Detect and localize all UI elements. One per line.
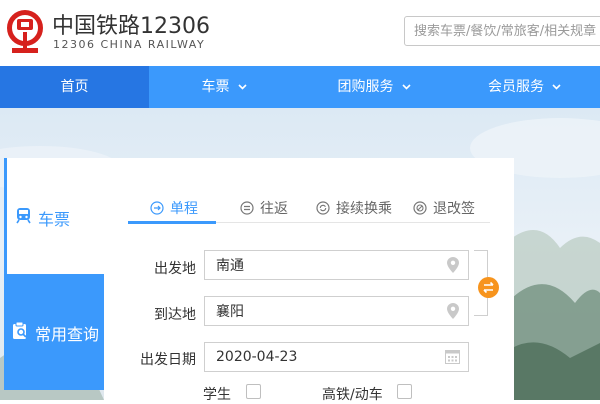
student-label: 学生 (203, 387, 231, 403)
nav-item-label: 会员服务 (488, 79, 544, 95)
swap-stations-button[interactable] (478, 277, 499, 298)
brand-name: 中国铁路12306 (52, 14, 210, 39)
side-tab-common-query[interactable]: 常用查询 (4, 274, 104, 390)
tab-label: 接续换乘 (336, 201, 392, 217)
date-label: 出发日期 (140, 352, 196, 368)
from-station-input[interactable] (204, 250, 469, 280)
nav-item-group-service[interactable]: 团购服务 (299, 66, 449, 108)
search-input[interactable] (404, 16, 600, 46)
swap-icon (483, 281, 494, 294)
arrow-circle-icon (150, 201, 164, 215)
tab-transfer[interactable]: 接续换乘 (316, 198, 392, 218)
chevron-down-icon (401, 84, 411, 90)
to-station-input[interactable] (204, 296, 469, 326)
header: 中国铁路12306 12306 CHINA RAILWAY (0, 0, 600, 66)
brand-name-english: 12306 CHINA RAILWAY (53, 38, 206, 51)
nav-item-tickets[interactable]: 车票 (149, 66, 299, 108)
tab-label: 单程 (170, 201, 198, 217)
equals-circle-icon (240, 201, 254, 215)
departure-date-input[interactable] (204, 342, 469, 372)
train-icon (16, 208, 31, 224)
side-tabs: 车票 常用查询 (4, 158, 104, 400)
booking-panel: 单程 往返 接续换乘 退改签 出发地 到达地 (104, 158, 514, 403)
high-speed-checkbox[interactable] (397, 384, 412, 399)
high-speed-label: 高铁/动车 (322, 387, 383, 403)
side-tab-query-label: 常用查询 (35, 325, 100, 344)
tab-label: 往返 (260, 201, 288, 217)
nav-item-label: 首页 (60, 79, 89, 95)
side-tab-ticket-label: 车票 (38, 210, 71, 229)
to-label: 到达地 (154, 307, 196, 323)
nav-item-label: 团购服务 (337, 79, 394, 95)
calendar-icon[interactable] (445, 349, 460, 364)
student-checkbox[interactable] (246, 384, 261, 399)
from-label: 出发地 (154, 261, 196, 277)
cancel-circle-icon (413, 201, 427, 215)
nav-item-label: 车票 (201, 79, 230, 95)
side-tab-ticket[interactable]: 车票 (4, 158, 104, 274)
tab-one-way[interactable]: 单程 (150, 198, 198, 218)
tab-label: 退改签 (433, 201, 475, 217)
clipboard-search-icon (13, 321, 27, 339)
chevron-down-icon (237, 84, 247, 90)
refresh-circle-icon (316, 201, 330, 215)
location-pin-icon (447, 257, 459, 273)
main-nav: 首页 车票 团购服务 会员服务 (0, 66, 600, 108)
chevron-down-icon (552, 84, 561, 90)
tab-round-trip[interactable]: 往返 (240, 198, 288, 218)
nav-item-member-service[interactable]: 会员服务 (449, 66, 600, 108)
location-pin-icon (447, 303, 459, 319)
active-tab-indicator (128, 221, 216, 224)
tab-refund-change[interactable]: 退改签 (413, 198, 475, 218)
railway-logo-icon[interactable] (4, 10, 46, 56)
nav-item-home[interactable]: 首页 (0, 66, 149, 108)
